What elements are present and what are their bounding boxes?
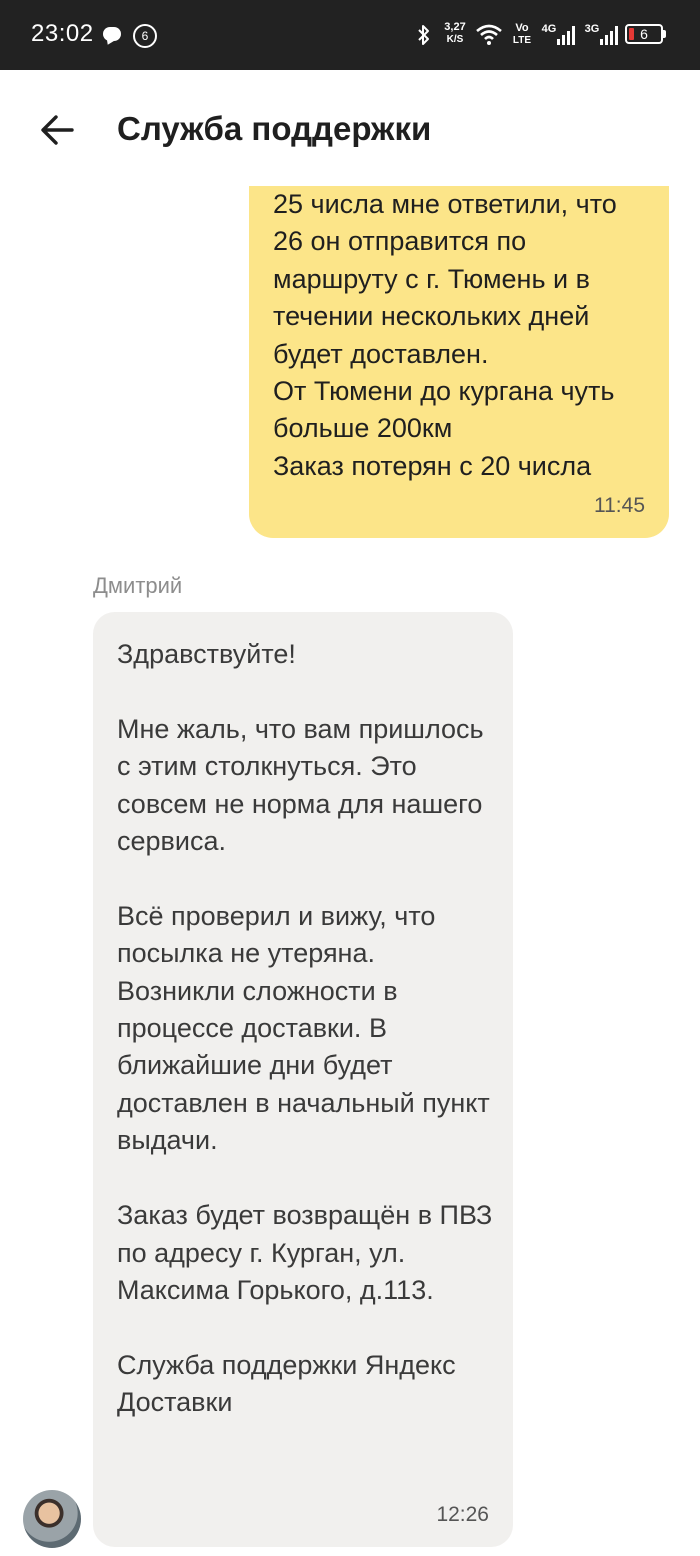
signal-icon <box>600 26 618 45</box>
status-time: 23:02 <box>31 20 94 47</box>
back-button[interactable] <box>36 110 80 150</box>
battery-level: 6 <box>640 26 648 42</box>
message-time: 12:26 <box>436 1503 489 1526</box>
wifi-icon <box>476 24 502 45</box>
notification-count: 6 <box>133 24 157 48</box>
app-header: Служба поддержки <box>0 70 700 188</box>
volte-top: Vo <box>515 22 529 34</box>
bluetooth-icon <box>418 25 429 45</box>
status-bar: 23:02 6 3,27 K/S Vo LTE 4G 3G 6 <box>0 0 700 70</box>
net-speed-value: 3,27 <box>444 21 466 33</box>
chat-icon <box>103 27 121 41</box>
message-text: 25 числа мне ответили, что 26 он отправи… <box>273 189 617 481</box>
net-speed-unit: K/S <box>446 34 464 45</box>
message-time: 11:45 <box>594 494 645 517</box>
sender-name: Дмитрий <box>93 573 183 598</box>
message-text: Здравствуйте! Мне жаль, что вам пришлось… <box>117 639 493 1418</box>
volte-bottom: LTE <box>512 35 532 46</box>
incoming-message[interactable]: Здравствуйте! Мне жаль, что вам пришлось… <box>93 612 513 1547</box>
outgoing-message[interactable]: 25 числа мне ответили, что 26 он отправи… <box>249 186 669 538</box>
signal-icon <box>557 26 575 45</box>
page-title: Служба поддержки <box>117 110 432 147</box>
avatar[interactable] <box>23 1490 81 1548</box>
arrow-left-icon <box>41 115 74 145</box>
